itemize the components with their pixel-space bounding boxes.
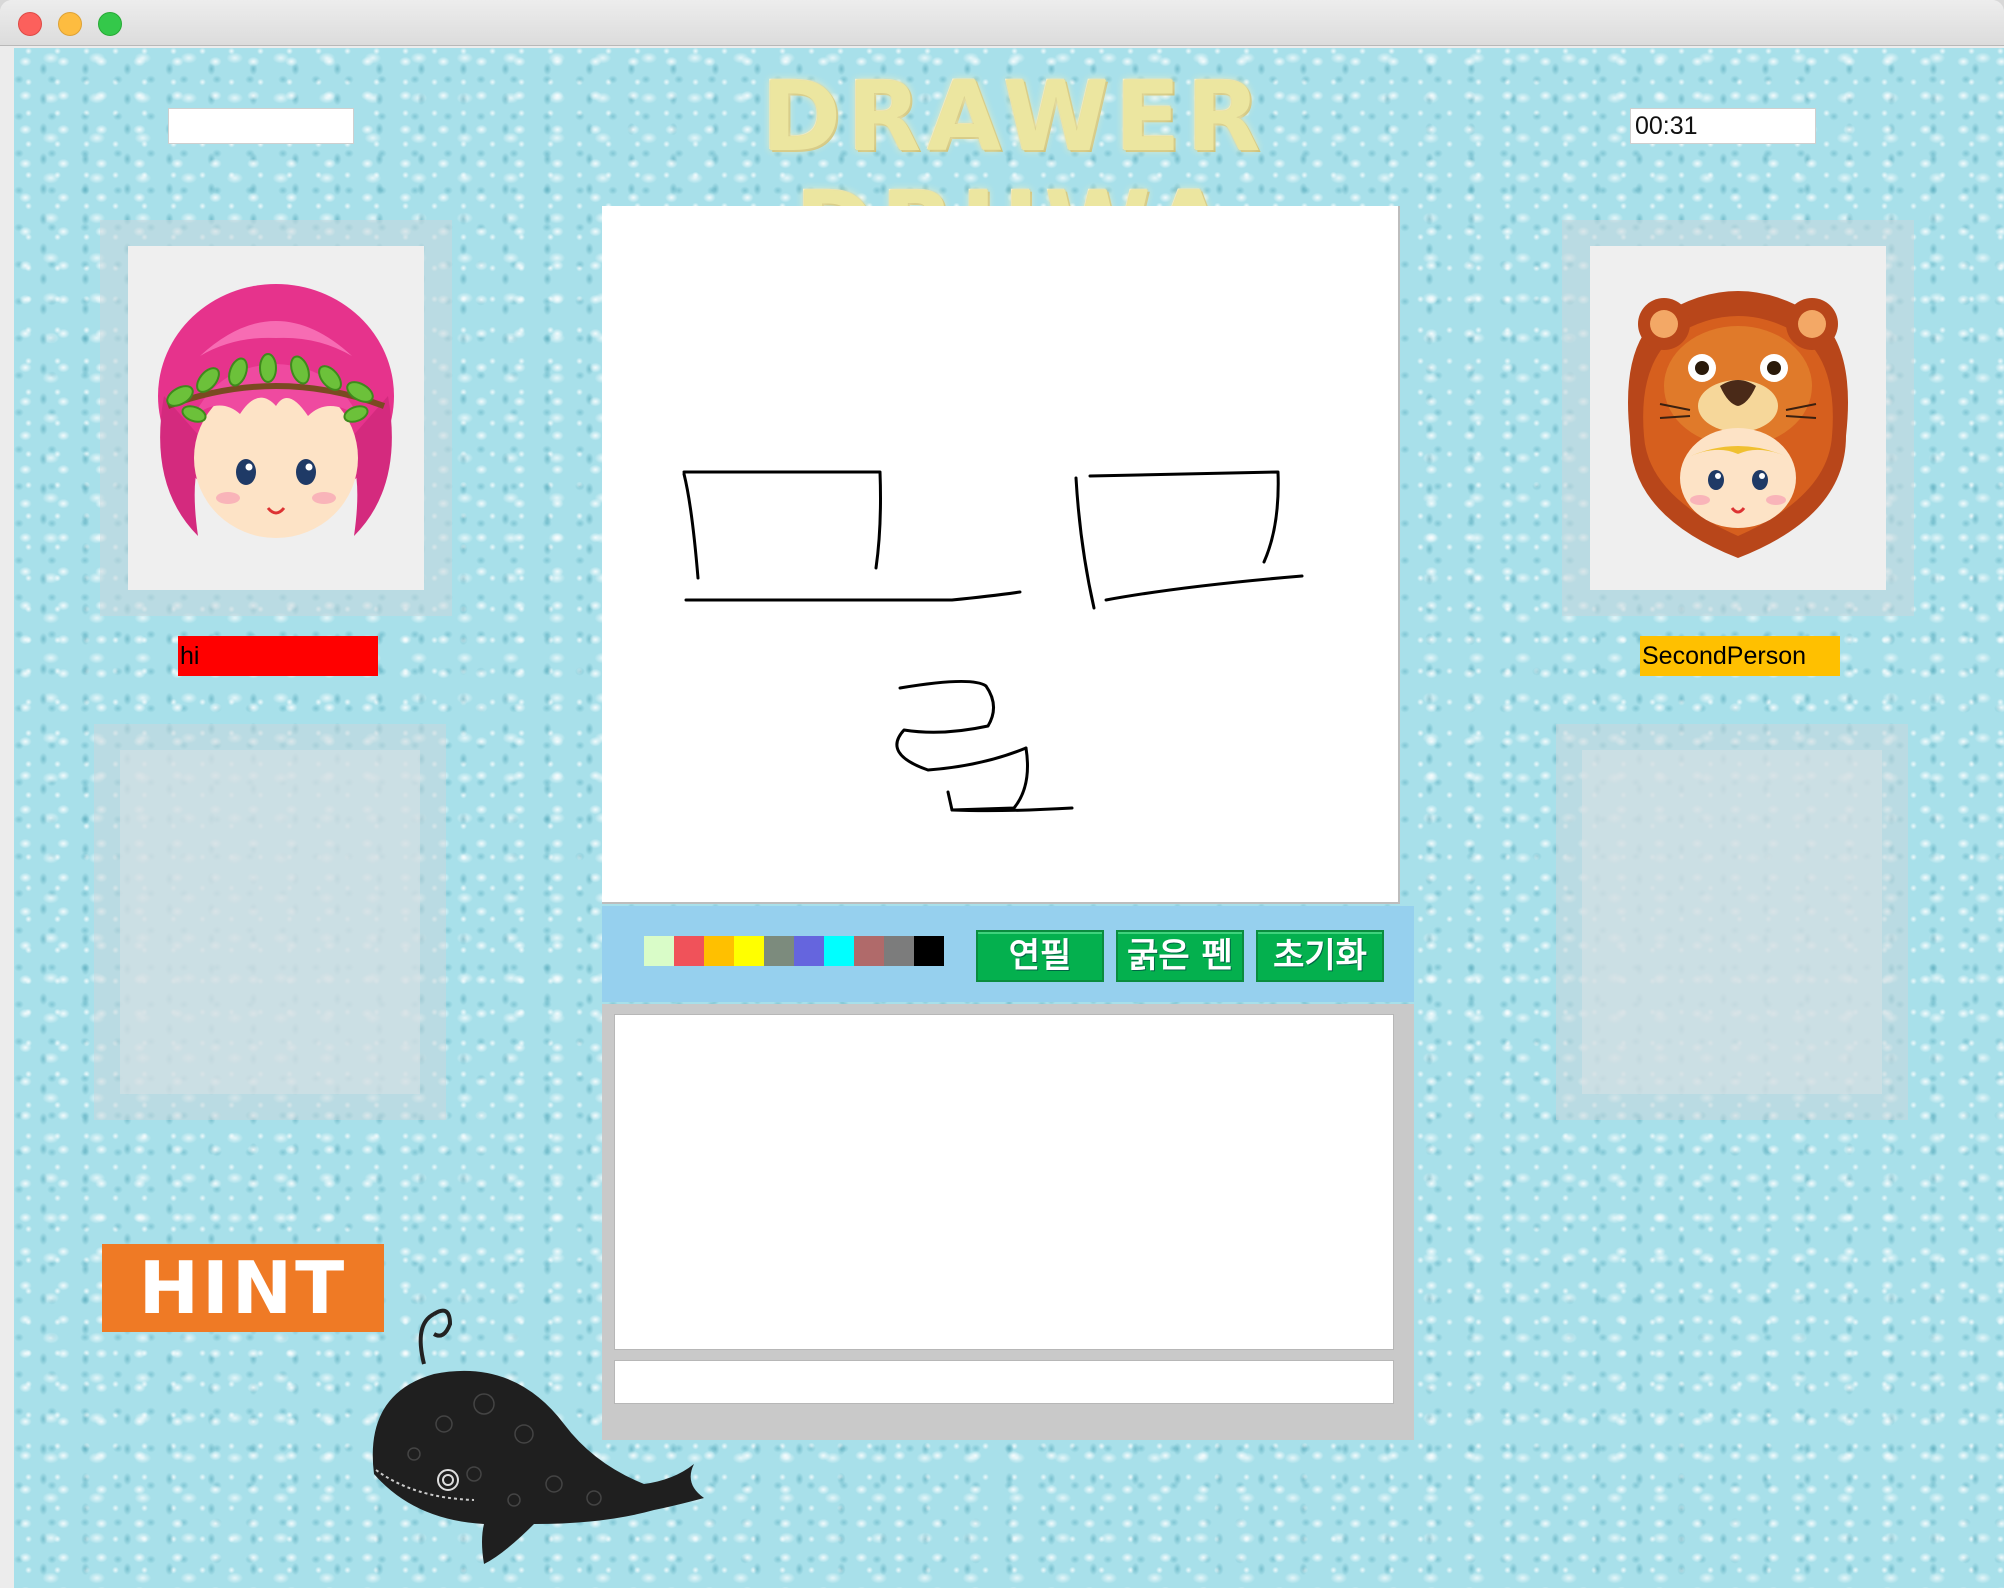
color-swatch[interactable] [644, 936, 674, 966]
slot-inner [1582, 750, 1882, 1094]
drawing-toolbar: 연필 굵은 펜 초기화 [602, 906, 1414, 1002]
color-swatch[interactable] [704, 936, 734, 966]
color-swatch[interactable] [764, 936, 794, 966]
player-right-avatar [1590, 246, 1886, 590]
color-palette [644, 936, 944, 966]
color-swatch[interactable] [884, 936, 914, 966]
color-swatch[interactable] [854, 936, 884, 966]
app-window: DRAWER DRUWA 00:31 [0, 0, 2004, 1588]
canvas-strokes [682, 470, 1304, 813]
whale-icon [372, 1308, 704, 1564]
game-title: DRAWER DRUWA [761, 61, 1267, 282]
color-swatch[interactable] [674, 936, 704, 966]
player-left-avatar-frame [100, 220, 452, 616]
color-swatch[interactable] [734, 936, 764, 966]
player-right-name: SecondPerson [1640, 636, 1840, 676]
bold-pen-button[interactable]: 굵은 펜 [1116, 930, 1244, 982]
maximize-window-button[interactable] [98, 12, 122, 36]
game-board: DRAWER DRUWA 00:31 [14, 48, 2004, 1588]
color-swatch[interactable] [824, 936, 854, 966]
color-swatch[interactable] [794, 936, 824, 966]
player-left-name: hi [178, 636, 378, 676]
hint-button[interactable]: HINT [102, 1244, 384, 1332]
pencil-button[interactable]: 연필 [976, 930, 1104, 982]
close-window-button[interactable] [18, 12, 42, 36]
timer-display: 00:31 [1630, 108, 1816, 144]
slot-inner [120, 750, 420, 1094]
left-text-field[interactable] [168, 108, 354, 144]
minimize-window-button[interactable] [58, 12, 82, 36]
player-right-avatar-frame [1562, 220, 1914, 616]
pink-haired-girl-icon [158, 284, 394, 538]
player-left-empty-slot [94, 724, 446, 1120]
reset-button[interactable]: 초기화 [1256, 930, 1384, 982]
player-right-empty-slot [1556, 724, 1908, 1120]
lion-costume-icon [1628, 291, 1848, 558]
drawing-canvas[interactable] [602, 206, 1400, 904]
title-bar [0, 0, 2004, 46]
player-left-avatar [128, 246, 424, 590]
color-swatch[interactable] [914, 936, 944, 966]
